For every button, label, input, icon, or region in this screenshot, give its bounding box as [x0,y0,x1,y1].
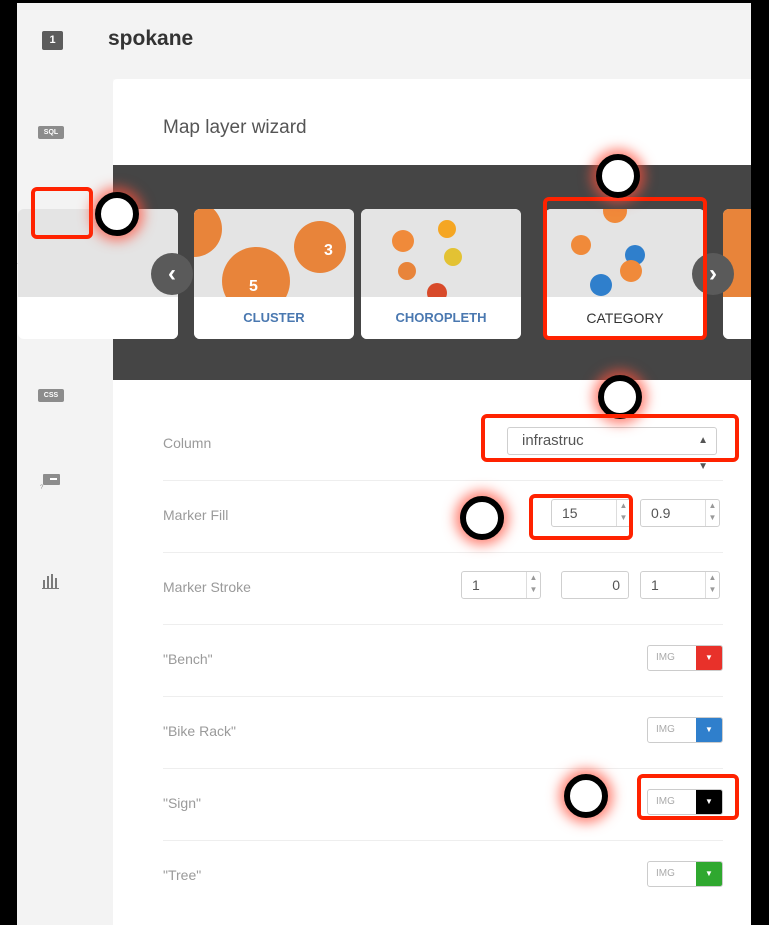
tile-choropleth-label: CHOROPLETH [361,297,521,339]
marker-stroke-row: Marker Stroke 1 ▲ ▼ 0 1 ▲ ▼ [163,553,723,625]
category-row-bike-rack: "Bike Rack" IMG ▼ [163,697,723,769]
marker-wizard [95,192,139,236]
svg-text:3: 3 [324,242,333,259]
highlight-marker-fill-size [529,494,633,540]
marker-stroke-opacity-input[interactable]: 1 ▲ ▼ [640,571,720,599]
color-swatch: ▼ [696,646,722,670]
tile-cluster[interactable]: 5 3 CLUSTER [194,209,354,339]
marker-fill-label: Marker Fill [163,507,229,523]
marker-fill-row: Marker Fill 15 ▲ ▼ 0.9 ▲ ▼ [163,481,723,553]
marker-stroke-label: Marker Stroke [163,579,251,595]
bar-chart-icon [42,574,59,589]
img-tag: IMG [656,652,675,663]
marker-sign [564,774,608,818]
choropleth-thumbnail [361,209,521,297]
color-swatch: ▼ [696,862,722,886]
svg-text:5: 5 [249,278,258,295]
svg-text:?: ? [40,485,44,490]
marker-category [596,154,640,198]
cluster-thumbnail: 5 3 [194,209,354,297]
category-row-bench: "Bench" IMG ▼ [163,625,723,697]
legend-icon: ? [40,474,60,490]
sidebar-item-filters[interactable] [31,566,71,596]
category-color-button[interactable]: IMG ▼ [647,645,723,671]
category-color-button[interactable]: IMG ▼ [647,861,723,887]
category-label: "Bike Rack" [163,723,236,739]
sidebar-item-css[interactable]: CSS [31,380,71,410]
layer-header: 1 spokane [17,3,751,79]
marker-stroke-color-input[interactable]: 0 [561,571,629,599]
marker-stroke-width-input[interactable]: 1 ▲ ▼ [461,571,541,599]
category-label: "Sign" [163,795,201,811]
stepper-icon[interactable]: ▲ ▼ [705,572,719,598]
highlight-column-select [481,414,739,462]
color-swatch: ▼ [696,718,722,742]
layer-name[interactable]: spokane [108,27,193,51]
highlight-category-tile [543,197,707,340]
marker-fill-opacity-input[interactable]: 0.9 ▲ ▼ [640,499,720,527]
tile-cluster-label: CLUSTER [194,297,354,339]
img-tag: IMG [656,724,675,735]
tile-choropleth[interactable]: CHOROPLETH [361,209,521,339]
category-row-tree: "Tree" IMG ▼ [163,841,723,913]
img-tag: IMG [656,868,675,879]
panel-title: Map layer wizard [163,117,307,138]
marker-column [598,375,642,419]
column-label: Column [163,435,212,451]
sidebar-item-sql[interactable]: SQL [31,117,71,147]
category-label: "Tree" [163,867,202,883]
stepper-icon[interactable]: ▲ ▼ [526,572,540,598]
category-label: "Bench" [163,651,213,667]
sql-icon: SQL [38,125,64,139]
carousel-prev-button[interactable]: ‹ [151,253,193,295]
sidebar-item-legend[interactable]: ? [31,466,71,496]
css-icon: CSS [38,388,64,402]
stepper-icon[interactable]: ▲ ▼ [705,500,719,526]
layer-number-badge[interactable]: 1 [42,31,63,50]
highlight-wizard-button [31,187,93,239]
marker-marker-fill [460,496,504,540]
highlight-sign-color [637,774,739,820]
category-color-button[interactable]: IMG ▼ [647,717,723,743]
